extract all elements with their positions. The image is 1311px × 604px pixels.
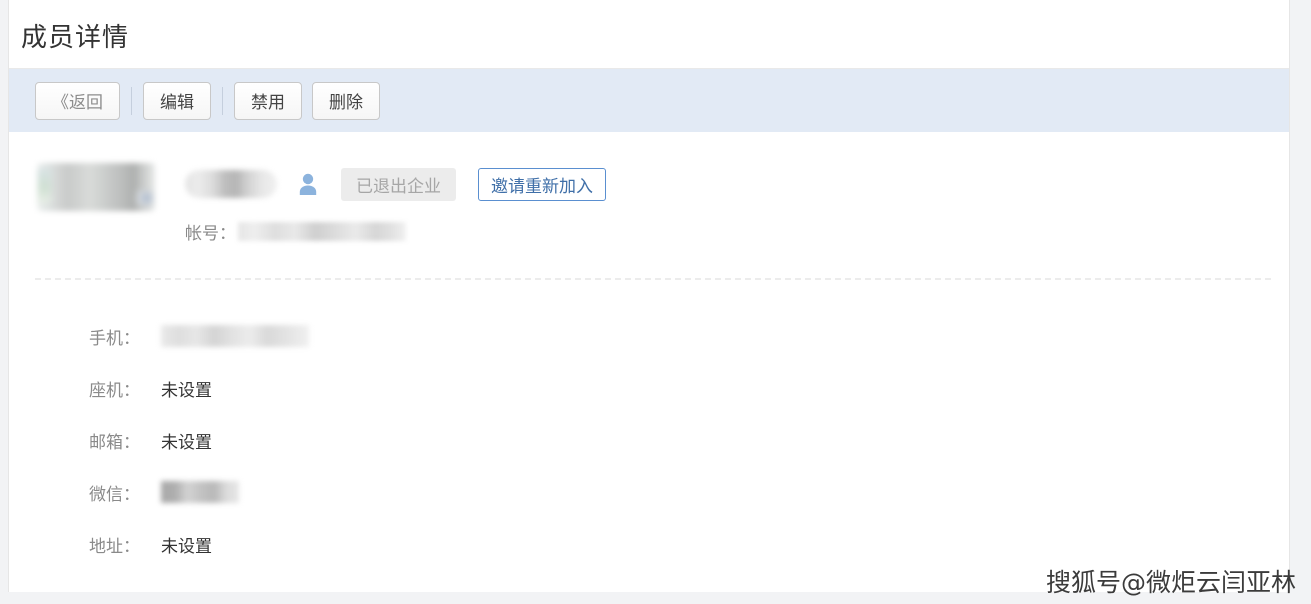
detail-value-email: 未设置 [161, 432, 212, 452]
account-row: 帐号： [185, 219, 1289, 244]
detail-label-phone: 手机： [89, 328, 140, 348]
detail-label-wechat: 微信： [89, 484, 140, 504]
watermark: 搜狐号@微炬云闫亚林 [1045, 568, 1296, 597]
profile-info: 已退出企业 邀请重新加入 帐号： [185, 160, 1289, 244]
detail-row-phone: 手机： [9, 310, 1289, 362]
detail-row-landline: 座机： 未设置 [9, 362, 1289, 414]
detail-value-address: 未设置 [161, 536, 212, 556]
edit-button[interactable]: 编辑 [143, 81, 211, 120]
member-detail-page: 成员详情 《返回 编辑 禁用 删除 已退出企业 邀请重新加入 帐号： 手机： 座… [8, 0, 1290, 592]
detail-value-wechat-redacted [161, 481, 239, 503]
page-title: 成员详情 [21, 22, 130, 52]
back-button[interactable]: 《返回 [35, 81, 120, 120]
profile-header-row: 已退出企业 邀请重新加入 帐号： [37, 160, 1289, 244]
detail-label-address: 地址： [89, 536, 140, 556]
member-name-row: 已退出企业 邀请重新加入 [185, 160, 1289, 208]
detail-label-email: 邮箱： [89, 432, 140, 452]
action-toolbar: 《返回 编辑 禁用 删除 [9, 69, 1289, 132]
disable-button[interactable]: 禁用 [234, 81, 302, 120]
delete-button[interactable]: 删除 [312, 81, 380, 120]
user-silhouette-icon [299, 173, 317, 195]
member-profile: 已退出企业 邀请重新加入 帐号： [9, 132, 1289, 244]
account-label: 帐号： [185, 224, 236, 243]
toolbar-separator [131, 86, 132, 115]
detail-row-email: 邮箱： 未设置 [9, 414, 1289, 466]
avatar [37, 163, 155, 211]
status-badge: 已退出企业 [341, 167, 456, 201]
detail-label-landline: 座机： [89, 380, 140, 400]
member-name [185, 170, 277, 198]
member-detail-list: 手机： 座机： 未设置 邮箱： 未设置 微信： 地址： 未设置 [9, 280, 1289, 570]
detail-value-landline: 未设置 [161, 380, 212, 400]
account-value-redacted [238, 222, 406, 241]
detail-row-wechat: 微信： [9, 466, 1289, 518]
invite-rejoin-button[interactable]: 邀请重新加入 [478, 167, 606, 201]
detail-value-phone-redacted [161, 325, 309, 347]
toolbar-separator [222, 86, 223, 115]
